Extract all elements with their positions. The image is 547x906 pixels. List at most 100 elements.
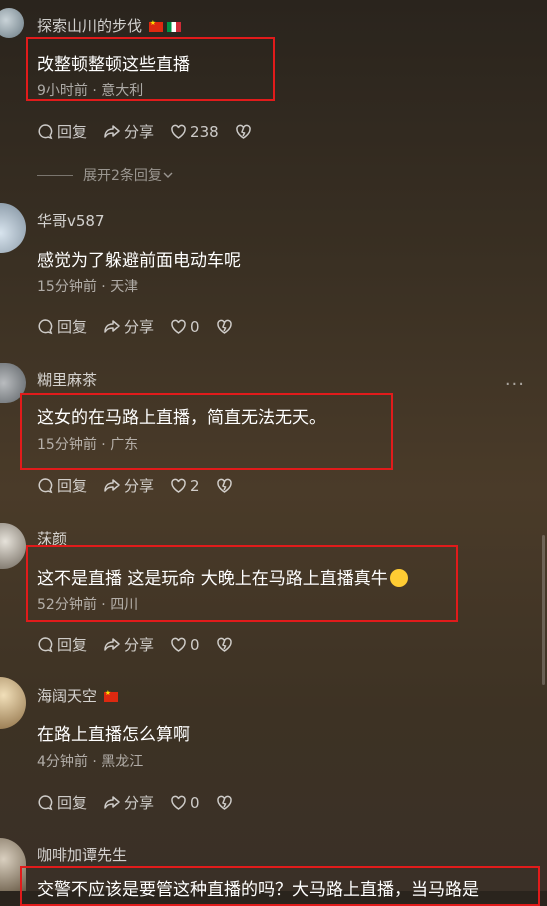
meta-separator: · [87,83,102,99]
share-label: 分享 [124,123,155,141]
comments-screen: { "comments": [ {"user":"探索山川的步伐","flags… [0,0,547,906]
username[interactable]: 海阔天空 [37,685,118,706]
dislike-button[interactable] [216,795,236,811]
avatar[interactable] [0,8,24,38]
like-button[interactable]: 2 [170,477,200,495]
like-button[interactable]: 0 [170,636,200,654]
heart-icon [171,478,186,493]
comment-time: 15分钟前 [37,437,97,453]
reply-label: 回复 [57,477,88,495]
comment-meta: 4分钟前 · 黑龙江 [37,751,143,771]
reply-button[interactable]: 回复 [37,316,87,337]
meta-separator: · [87,754,102,770]
reply-button[interactable]: 回复 [37,792,87,813]
comment-text: 交警不应该是要管这种直播的吗？大马路上直播，当马路是 [37,880,479,900]
expand-replies-button[interactable]: 展开2条回复 [37,165,174,185]
comment-meta: 52分钟前 · 四川 [37,594,138,614]
heart-icon [171,795,186,810]
comment-meta: 15分钟前 · 广东 [37,434,138,454]
comment-meta: 15分钟前 · 天津 [37,276,138,296]
like-button[interactable]: 0 [170,794,200,812]
avatar[interactable] [0,203,26,253]
meta-separator: · [96,597,111,613]
italy-flag-icon [166,21,181,32]
comment-text-content: 这不是直播 这是玩命 大晚上在马路上直播真牛 [37,569,388,589]
username-text[interactable]: 华哥v587 [37,212,105,230]
share-button[interactable]: 分享 [103,121,154,142]
share-label: 分享 [124,794,155,812]
reply-icon [38,319,53,335]
comment-text: 这不是直播 这是玩命 大晚上在马路上直播真牛 [37,564,408,589]
reply-label: 回复 [57,318,88,336]
comment-location: 天津 [110,279,139,295]
broken-heart-icon [235,124,251,139]
reply-button[interactable]: 回复 [37,475,87,496]
avatar[interactable] [0,677,26,729]
comment-location: 黑龙江 [101,754,144,770]
meta-separator: · [96,437,111,453]
dislike-button[interactable] [216,478,236,494]
username[interactable]: 华哥v587 [37,210,105,231]
heart-icon [171,637,186,652]
like-count: 238 [190,122,219,141]
dislike-button[interactable] [216,319,236,335]
like-count: 0 [190,635,200,654]
share-button[interactable]: 分享 [103,316,154,337]
laughing-emoji-icon [389,569,408,587]
reply-button[interactable]: 回复 [37,634,87,655]
share-icon [104,796,120,809]
expand-label: 展开2条回复 [83,168,162,184]
share-label: 分享 [124,477,155,495]
like-count: 0 [190,317,200,336]
share-button[interactable]: 分享 [103,792,154,813]
china-flag-icon [148,19,163,32]
scrollbar[interactable] [542,535,545,685]
share-label: 分享 [124,636,155,654]
comment-time: 4分钟前 [37,754,88,770]
avatar[interactable] [0,523,26,569]
comment-actions: 回复 分享 238 [37,121,271,142]
comment-location: 广东 [110,437,139,453]
chevron-down-icon [163,172,173,178]
reply-icon [38,795,53,811]
username[interactable]: 咖啡加谭先生 [37,844,127,865]
like-button[interactable]: 0 [170,318,200,336]
dislike-button[interactable] [235,124,255,140]
comment-time: 9小时前 [37,83,88,99]
comment-text: 改整顿整顿这些直播 [37,55,190,75]
comment-text: 感觉为了躲避前面电动车呢 [37,251,241,271]
china-flag-icon [103,689,118,702]
broken-heart-icon [216,637,232,652]
username[interactable]: 糊里麻茶 [37,369,97,390]
broken-heart-icon [216,478,232,493]
broken-heart-icon [216,795,232,810]
username-text[interactable]: 探索山川的步伐 [37,17,142,35]
reply-button[interactable]: 回复 [37,121,87,142]
comment-location: 四川 [110,597,139,613]
broken-heart-icon [216,319,232,334]
comment-time: 52分钟前 [37,597,97,613]
username-text[interactable]: 咖啡加谭先生 [37,846,127,864]
share-label: 分享 [124,318,155,336]
comment-meta: 9小时前 · 意大利 [37,80,143,100]
username[interactable]: 探索山川的步伐 [37,15,181,36]
like-count: 2 [190,476,200,495]
comment-actions: 回复 分享 0 [37,316,252,337]
share-button[interactable]: 分享 [103,634,154,655]
comment-text: 这女的在马路上直播，简直无法无天。 [37,408,326,428]
reply-label: 回复 [57,123,88,141]
username-text[interactable]: 海阔天空 [37,687,97,705]
comment-location: 意大利 [101,83,144,99]
reply-label: 回复 [57,636,88,654]
share-button[interactable]: 分享 [103,475,154,496]
like-button[interactable]: 238 [170,123,219,141]
dislike-button[interactable] [216,637,236,653]
heart-icon [171,124,186,139]
comment-actions: 回复 分享 0 [37,634,252,655]
share-icon [104,125,120,138]
reply-icon [38,637,53,653]
comment-actions: 回复 分享 2 [37,475,252,496]
username-text[interactable]: 糊里麻茶 [37,371,97,389]
more-options-button[interactable]: ··· [505,374,525,395]
reply-label: 回复 [57,794,88,812]
